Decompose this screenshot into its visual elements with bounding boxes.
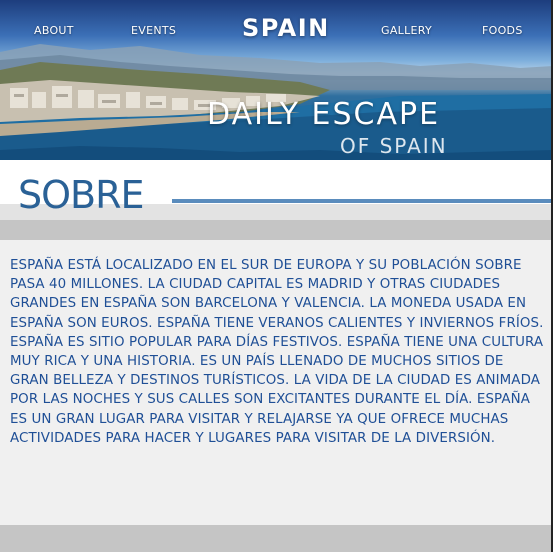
- hero-subtitle: OF SPAIN: [340, 134, 448, 158]
- site-logo[interactable]: SPAIN: [242, 14, 330, 42]
- nav-gallery[interactable]: GALLERY: [381, 24, 432, 37]
- footer-band: [0, 525, 553, 552]
- hero-banner: ABOUT EVENTS SPAIN GALLERY FOODS DAILY E…: [0, 0, 553, 160]
- nav-foods[interactable]: FOODS: [482, 24, 523, 37]
- section-title: SOBRE: [18, 173, 145, 217]
- section-body-text: España está localizado en el sur de Euro…: [10, 258, 544, 446]
- divider-band: [0, 220, 553, 240]
- hero-title: DAILY ESCAPE: [207, 97, 441, 132]
- nav-about[interactable]: ABOUT: [34, 24, 74, 37]
- heading-rule: [172, 199, 553, 203]
- nav-events[interactable]: EVENTS: [131, 24, 176, 37]
